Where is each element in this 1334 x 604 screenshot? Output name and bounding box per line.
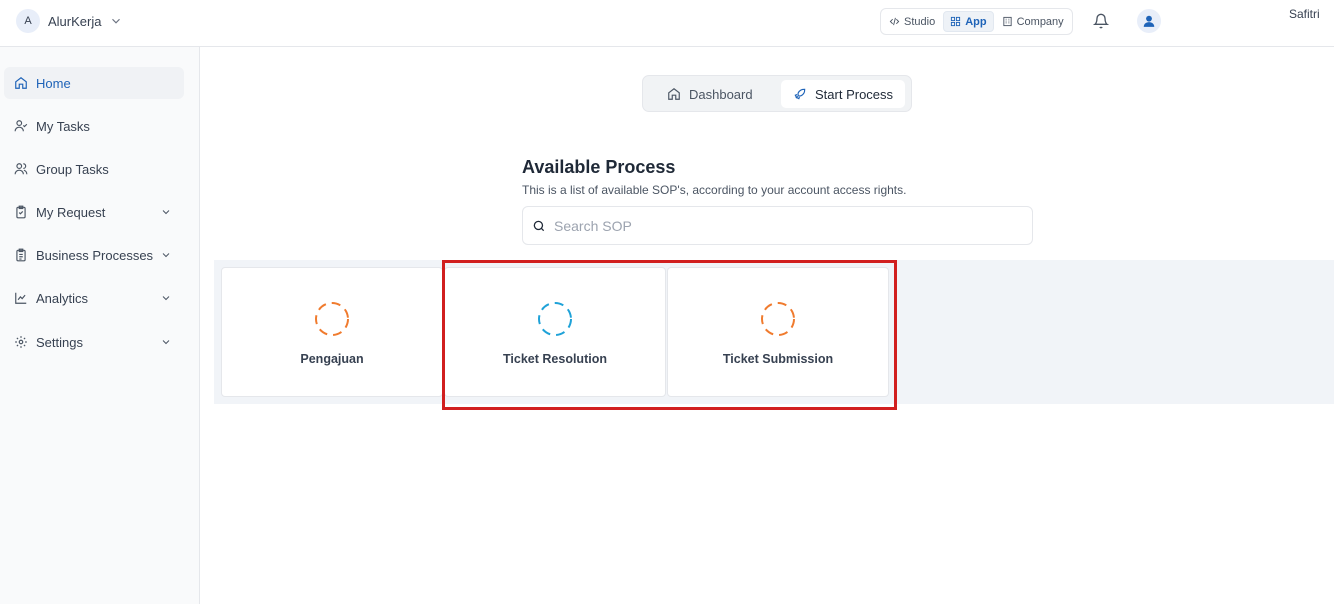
line-chart-icon	[15, 292, 27, 304]
sidebar-item-analytics[interactable]: Analytics	[4, 282, 184, 314]
mode-label: Company	[1016, 15, 1064, 28]
sidebar-item-my-request[interactable]: My Request	[4, 196, 184, 228]
sidebar-item-label: Business Processes	[36, 247, 154, 263]
sidebar-item-label: Home	[36, 75, 71, 91]
bell-icon[interactable]	[1093, 13, 1109, 29]
dashed-circle-icon	[538, 302, 572, 336]
tab-dashboard[interactable]: Dashboard	[655, 80, 765, 108]
mode-label: Studio	[904, 15, 936, 28]
process-card-ticket-submission[interactable]: Ticket Submission	[667, 267, 889, 397]
chevron-down-icon	[162, 340, 170, 345]
tab-label: Dashboard	[689, 86, 753, 102]
tab-label: Start Process	[815, 86, 894, 102]
workspace-switcher[interactable]: A AlurKerja	[16, 9, 123, 33]
view-tabs: Dashboard Start Process	[642, 75, 912, 112]
home-icon	[668, 88, 680, 100]
mode-switcher: Studio App Company	[880, 8, 1073, 35]
gear-icon	[15, 336, 27, 348]
dashed-circle-icon	[761, 302, 795, 336]
username: Safitri	[1289, 7, 1320, 21]
chevron-down-icon	[162, 210, 170, 215]
sidebar-item-home[interactable]: Home	[4, 67, 184, 99]
workspace-avatar: A	[16, 9, 40, 33]
sidebar-item-group-tasks[interactable]: Group Tasks	[4, 153, 184, 185]
clipboard-list-icon	[16, 248, 26, 262]
tab-start-process[interactable]: Start Process	[781, 80, 906, 108]
user-avatar[interactable]	[1137, 9, 1161, 33]
mode-app-button[interactable]: App	[943, 11, 994, 32]
user-icon	[1143, 15, 1155, 27]
users-icon	[14, 163, 28, 175]
mode-company-button[interactable]: Company	[996, 11, 1070, 32]
top-bar: A AlurKerja Studio App Company Safitri	[0, 0, 1334, 47]
user-check-icon	[14, 120, 28, 132]
sidebar-item-business-processes[interactable]: Business Processes	[4, 239, 184, 271]
sidebar: Home My Tasks Group Tasks My Request Bus…	[0, 47, 200, 604]
mode-studio-button[interactable]: Studio	[883, 11, 941, 32]
building-icon	[1002, 16, 1012, 27]
clipboard-check-icon	[16, 205, 26, 219]
workspace-name: AlurKerja	[48, 13, 102, 29]
sidebar-item-label: Analytics	[36, 290, 89, 306]
search-input[interactable]	[554, 217, 1014, 234]
process-card-label: Ticket Submission	[722, 352, 834, 366]
grid-icon	[951, 16, 961, 27]
home-icon	[15, 77, 27, 89]
sidebar-item-label: Group Tasks	[36, 161, 109, 177]
sidebar-item-label: My Tasks	[36, 118, 90, 134]
sidebar-item-my-tasks[interactable]: My Tasks	[4, 110, 184, 142]
search-box	[522, 206, 1033, 245]
sidebar-item-label: Settings	[36, 334, 83, 350]
search-icon	[533, 220, 545, 231]
process-card-label: Ticket Resolution	[503, 352, 607, 366]
process-card-ticket-resolution[interactable]: Ticket Resolution	[444, 267, 666, 397]
process-card-label: Pengajuan	[300, 352, 364, 366]
rocket-icon	[794, 88, 806, 100]
page-title: Available Process	[522, 157, 676, 177]
chevron-down-icon	[112, 18, 121, 24]
chevron-down-icon	[162, 296, 170, 301]
sidebar-item-label: My Request	[36, 204, 106, 220]
code-icon	[889, 17, 900, 26]
mode-label: App	[965, 15, 987, 28]
page-subtitle: This is a list of available SOP's, accor…	[522, 183, 907, 197]
dashed-circle-icon	[315, 302, 349, 336]
process-card-pengajuan[interactable]: Pengajuan	[221, 267, 443, 397]
chevron-down-icon	[162, 253, 170, 258]
sidebar-item-settings[interactable]: Settings	[4, 326, 184, 358]
